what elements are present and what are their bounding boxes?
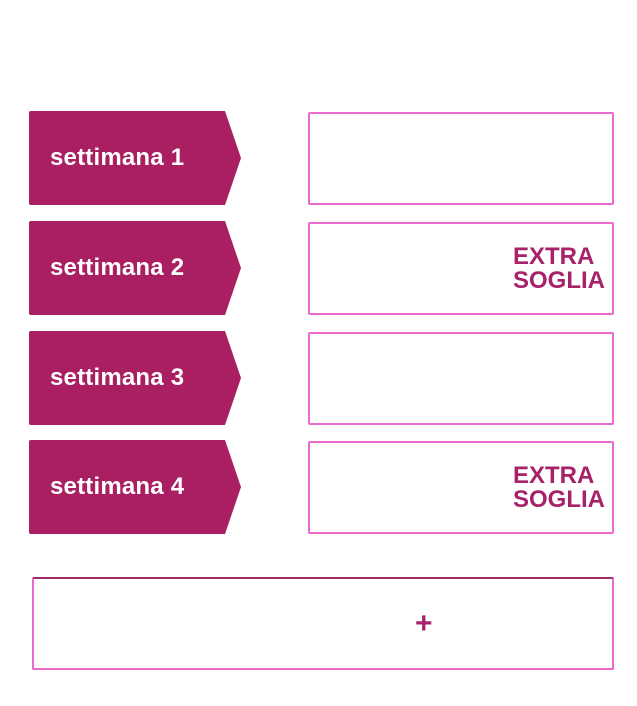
week-box-1[interactable] <box>308 112 614 205</box>
week-row-1: settimana 1 <box>29 111 614 205</box>
extra-threshold-label: EXTRA SOGLIA <box>512 461 605 513</box>
extra-line-1: EXTRA <box>512 242 595 270</box>
week-tag-label: settimana 4 <box>50 473 185 500</box>
week-box-3[interactable] <box>308 332 614 425</box>
week-tag-1[interactable]: settimana 1 <box>29 111 241 205</box>
week-box-4[interactable]: EXTRA SOGLIA <box>308 441 614 534</box>
week-tag-label: settimana 2 <box>50 254 185 281</box>
week-tag-4[interactable]: settimana 4 <box>29 440 241 534</box>
week-tag-3[interactable]: settimana 3 <box>29 331 241 425</box>
extra-line-2: SOGLIA <box>512 266 605 294</box>
extra-threshold-label: EXTRA SOGLIA <box>512 242 605 294</box>
extra-line-1: EXTRA <box>512 461 595 489</box>
week-row-3: settimana 3 <box>29 331 614 425</box>
week-tag-label: settimana 3 <box>50 364 185 391</box>
week-tag-label: settimana 1 <box>50 144 185 171</box>
extra-line-2: SOGLIA <box>512 485 605 513</box>
week-tag-2[interactable]: settimana 2 <box>29 221 241 315</box>
plus-icon: + <box>415 606 433 640</box>
week-row-2: settimana 2 EXTRA SOGLIA <box>29 221 614 315</box>
week-box-2[interactable]: EXTRA SOGLIA <box>308 222 614 315</box>
week-row-4: settimana 4 EXTRA SOGLIA <box>29 440 614 534</box>
add-week-button[interactable]: + <box>32 577 614 670</box>
